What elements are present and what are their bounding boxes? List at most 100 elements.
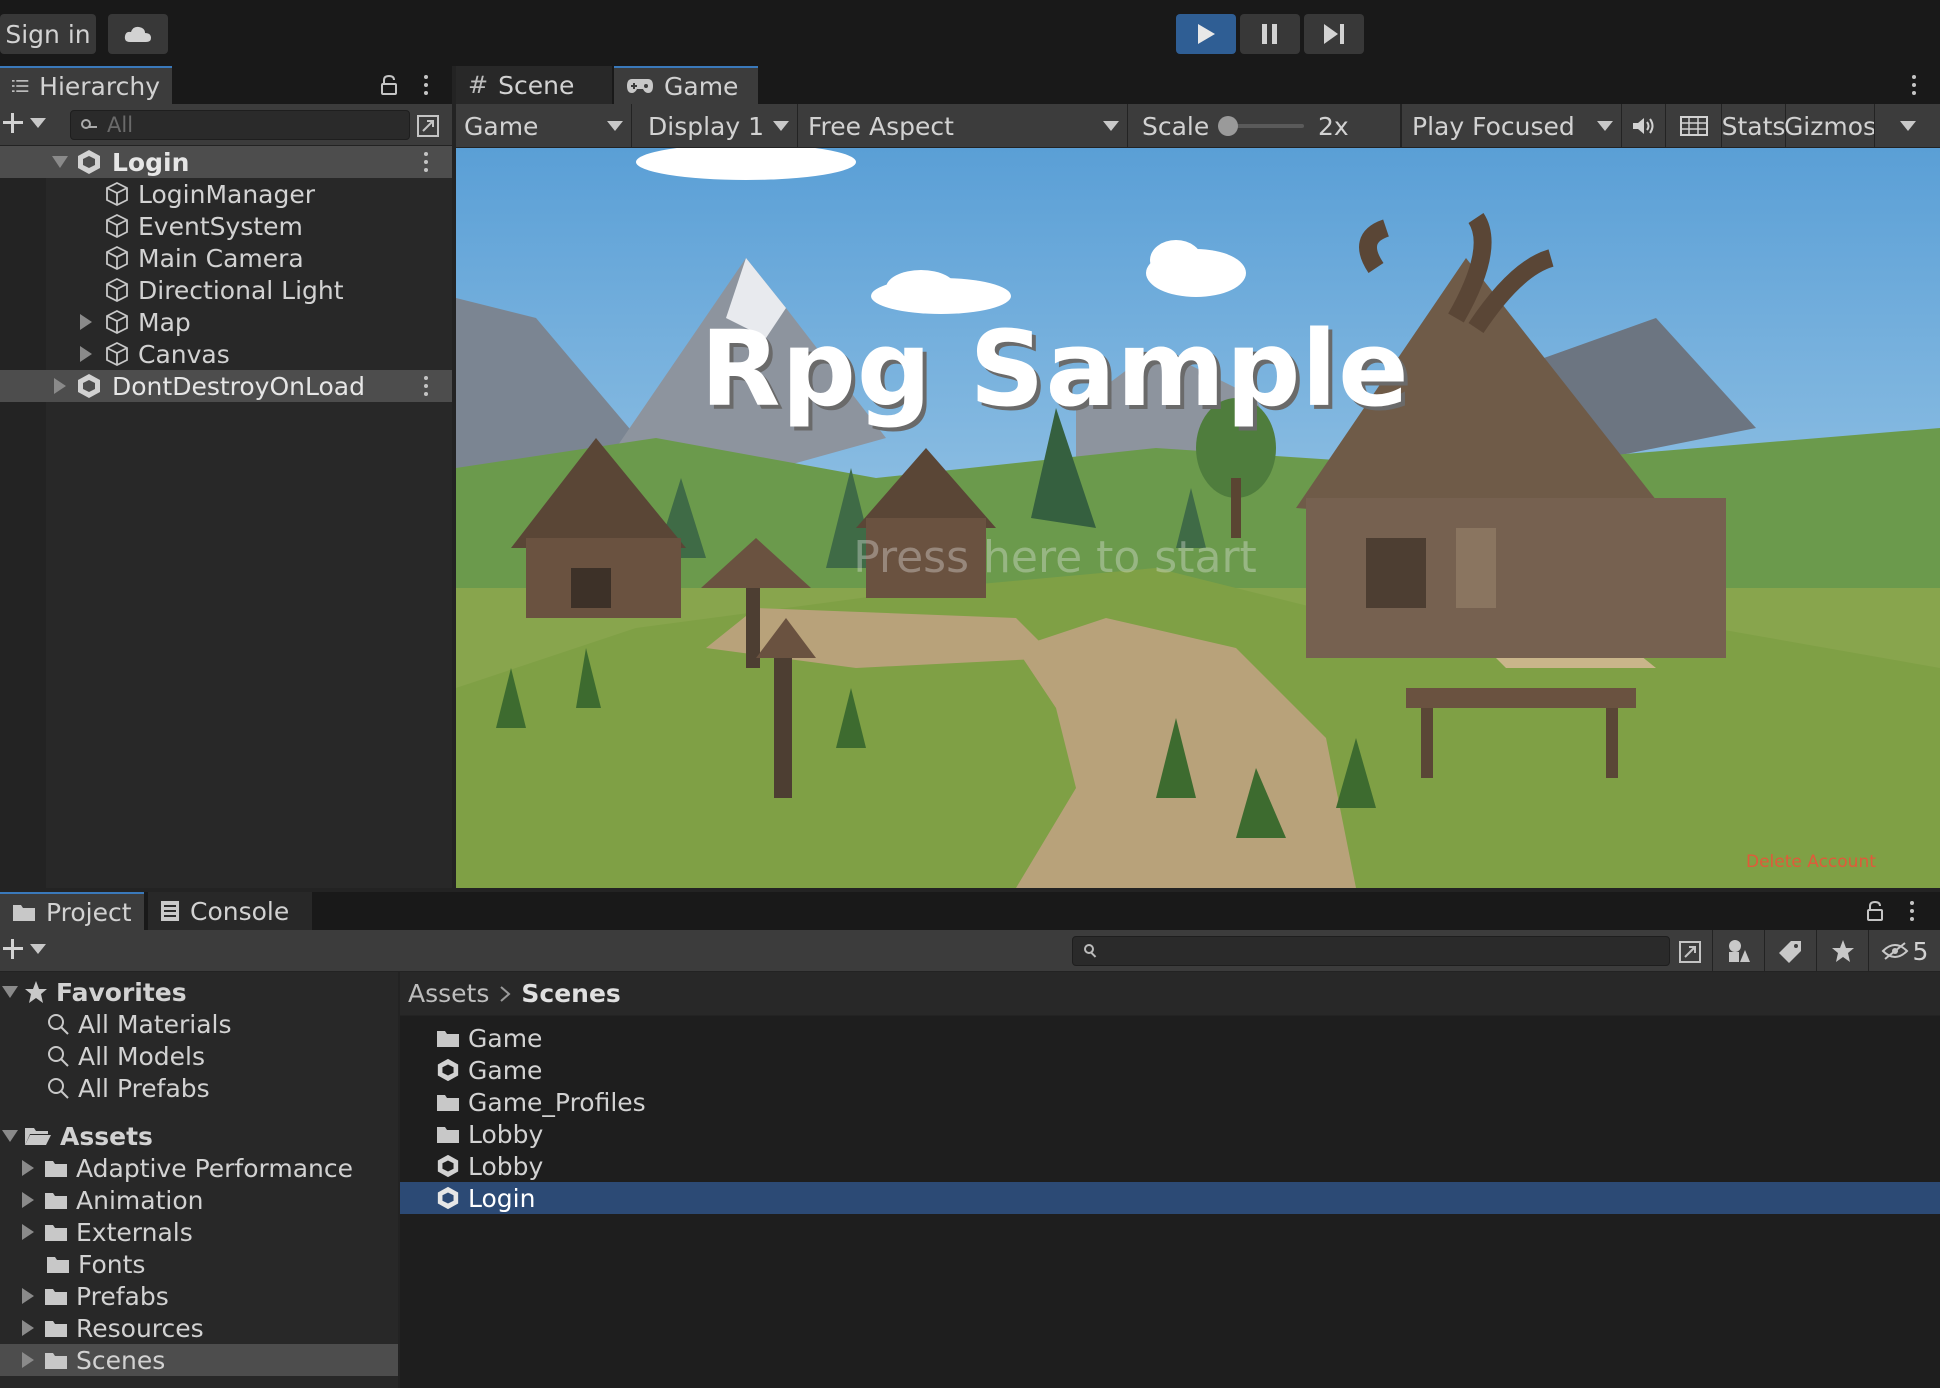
expand-arrow-icon[interactable] [22, 1288, 34, 1304]
asset-item-selected[interactable]: Login [400, 1182, 1940, 1214]
lock-icon[interactable] [380, 74, 398, 96]
filter-by-label-button[interactable] [1764, 930, 1816, 972]
start-prompt[interactable]: Press here to start [456, 532, 1654, 583]
hierarchy-item[interactable]: LoginManager [104, 178, 315, 210]
play-button[interactable] [1176, 14, 1236, 54]
tab-project[interactable]: Project [0, 892, 144, 930]
folder-item-label: Adaptive Performance [76, 1153, 354, 1183]
breadcrumb: Assets Scenes [400, 972, 1940, 1016]
folder-item[interactable]: Prefabs [22, 1280, 169, 1312]
aspect-label: Free Aspect [808, 111, 954, 141]
hidden-packages-toggle[interactable]: 5 [1868, 930, 1940, 972]
expand-arrow-icon[interactable] [22, 1352, 34, 1368]
asset-item[interactable]: Lobby [400, 1150, 1940, 1182]
asset-item-label: Game_Profiles [468, 1087, 646, 1117]
project-tab-strip: Project Console [0, 892, 1940, 930]
step-button[interactable] [1304, 14, 1364, 54]
lock-icon[interactable] [1866, 900, 1884, 922]
expand-arrow-icon[interactable] [80, 314, 92, 330]
expand-arrow-icon[interactable] [2, 1130, 18, 1142]
asset-item[interactable]: Lobby [400, 1118, 1940, 1150]
hierarchy-item[interactable]: Main Camera [104, 242, 304, 274]
breadcrumb-item[interactable]: Assets [408, 979, 489, 1008]
favorite-item[interactable]: All Models [46, 1040, 205, 1072]
tab-game[interactable]: Game [614, 66, 758, 104]
folder-item-label: Animation [76, 1185, 204, 1215]
step-icon [1324, 24, 1344, 44]
tab-console[interactable]: Console [148, 892, 312, 930]
aspect-dropdown[interactable]: Free Aspect [798, 104, 1128, 148]
favorite-item[interactable]: All Materials [46, 1008, 232, 1040]
pause-button[interactable] [1240, 14, 1300, 54]
hierarchy-item[interactable]: Directional Light [104, 274, 344, 306]
game-mode-label: Game [464, 111, 539, 141]
expand-arrow-icon[interactable] [22, 1224, 34, 1240]
favorite-item[interactable]: All Prefabs [46, 1072, 210, 1104]
folder-item[interactable]: Fonts [46, 1248, 145, 1280]
folder-icon [45, 1289, 67, 1305]
expand-arrow-icon[interactable] [52, 156, 68, 168]
project-menu-icon[interactable] [1902, 900, 1922, 922]
hierarchy-item[interactable]: Map [80, 306, 191, 338]
hierarchy-search-input[interactable]: All [70, 110, 410, 140]
asset-item-label: Game [468, 1023, 543, 1053]
expand-arrow-icon[interactable] [22, 1192, 34, 1208]
list-icon [12, 79, 29, 93]
scene-row-dontdestroyonload[interactable]: DontDestroyOnLoad [0, 370, 452, 402]
expand-arrow-icon[interactable] [22, 1160, 34, 1176]
expand-arrow-icon[interactable] [2, 986, 18, 998]
chevron-down-icon [30, 118, 46, 128]
stats-button[interactable]: Stats [1722, 104, 1786, 148]
tab-project-label: Project [46, 897, 132, 927]
hierarchy-item[interactable]: Canvas [80, 338, 230, 370]
tab-hierarchy[interactable]: Hierarchy [0, 66, 172, 104]
viewport-menu-icon[interactable] [1904, 74, 1924, 96]
favorites-filter-button[interactable] [1816, 930, 1868, 972]
scene-row-login[interactable]: Login [0, 146, 452, 178]
tab-scene[interactable]: # Scene [456, 66, 612, 104]
open-window-icon[interactable] [1678, 940, 1702, 964]
hierarchy-item[interactable]: EventSystem [104, 210, 303, 242]
favorites-header[interactable]: Favorites [0, 976, 187, 1008]
breadcrumb-item-current[interactable]: Scenes [521, 979, 620, 1008]
favorite-item-label: All Models [78, 1041, 206, 1071]
open-window-icon[interactable] [416, 114, 440, 138]
play-icon [1198, 24, 1215, 44]
sign-in-button[interactable]: Sign in [0, 14, 96, 54]
scene-menu-icon[interactable] [416, 375, 436, 397]
folder-item[interactable]: Adaptive Performance [22, 1152, 353, 1184]
filter-by-type-button[interactable] [1712, 930, 1764, 972]
play-mode-dropdown[interactable]: Play Focused [1402, 104, 1622, 148]
folder-icon [47, 1257, 69, 1273]
mute-audio-button[interactable] [1622, 104, 1666, 148]
delete-account-link[interactable]: Delete Account [1746, 852, 1876, 872]
folder-item[interactable]: Animation [22, 1184, 203, 1216]
expand-arrow-icon[interactable] [80, 346, 92, 362]
scale-slider-knob[interactable] [1218, 116, 1238, 136]
gizmos-button[interactable]: Gizmos [1784, 104, 1876, 148]
folder-item[interactable]: Externals [22, 1216, 193, 1248]
display-dropdown[interactable]: Display 1 [632, 104, 798, 148]
assets-header[interactable]: Assets [0, 1120, 153, 1152]
asset-item[interactable]: Game_Profiles [400, 1086, 1940, 1118]
folder-item[interactable]: Resources [22, 1312, 204, 1344]
gizmos-dropdown[interactable] [1874, 104, 1940, 148]
expand-arrow-icon[interactable] [22, 1320, 34, 1336]
game-render-view[interactable]: Rpg Sample Press here to start Delete Ac… [456, 148, 1940, 888]
folder-item-label: Fonts [78, 1249, 146, 1279]
scene-menu-icon[interactable] [416, 151, 436, 173]
scale-slider[interactable] [1218, 116, 1304, 136]
expand-arrow-icon[interactable] [54, 378, 66, 394]
folder-item-selected[interactable]: Scenes [0, 1344, 398, 1376]
hierarchy-menu-icon[interactable] [416, 74, 436, 96]
project-search-input[interactable] [1072, 936, 1670, 966]
cloud-button[interactable] [108, 14, 168, 54]
game-mode-dropdown[interactable]: Game [456, 104, 632, 148]
metrics-button[interactable] [1666, 104, 1722, 148]
gameobject-cube-icon [106, 277, 128, 303]
hierarchy-item-label: Map [138, 307, 191, 337]
asset-item[interactable]: Game [400, 1022, 1940, 1054]
create-asset-button[interactable] [2, 938, 46, 960]
asset-item[interactable]: Game [400, 1054, 1940, 1086]
create-button[interactable] [2, 112, 46, 134]
